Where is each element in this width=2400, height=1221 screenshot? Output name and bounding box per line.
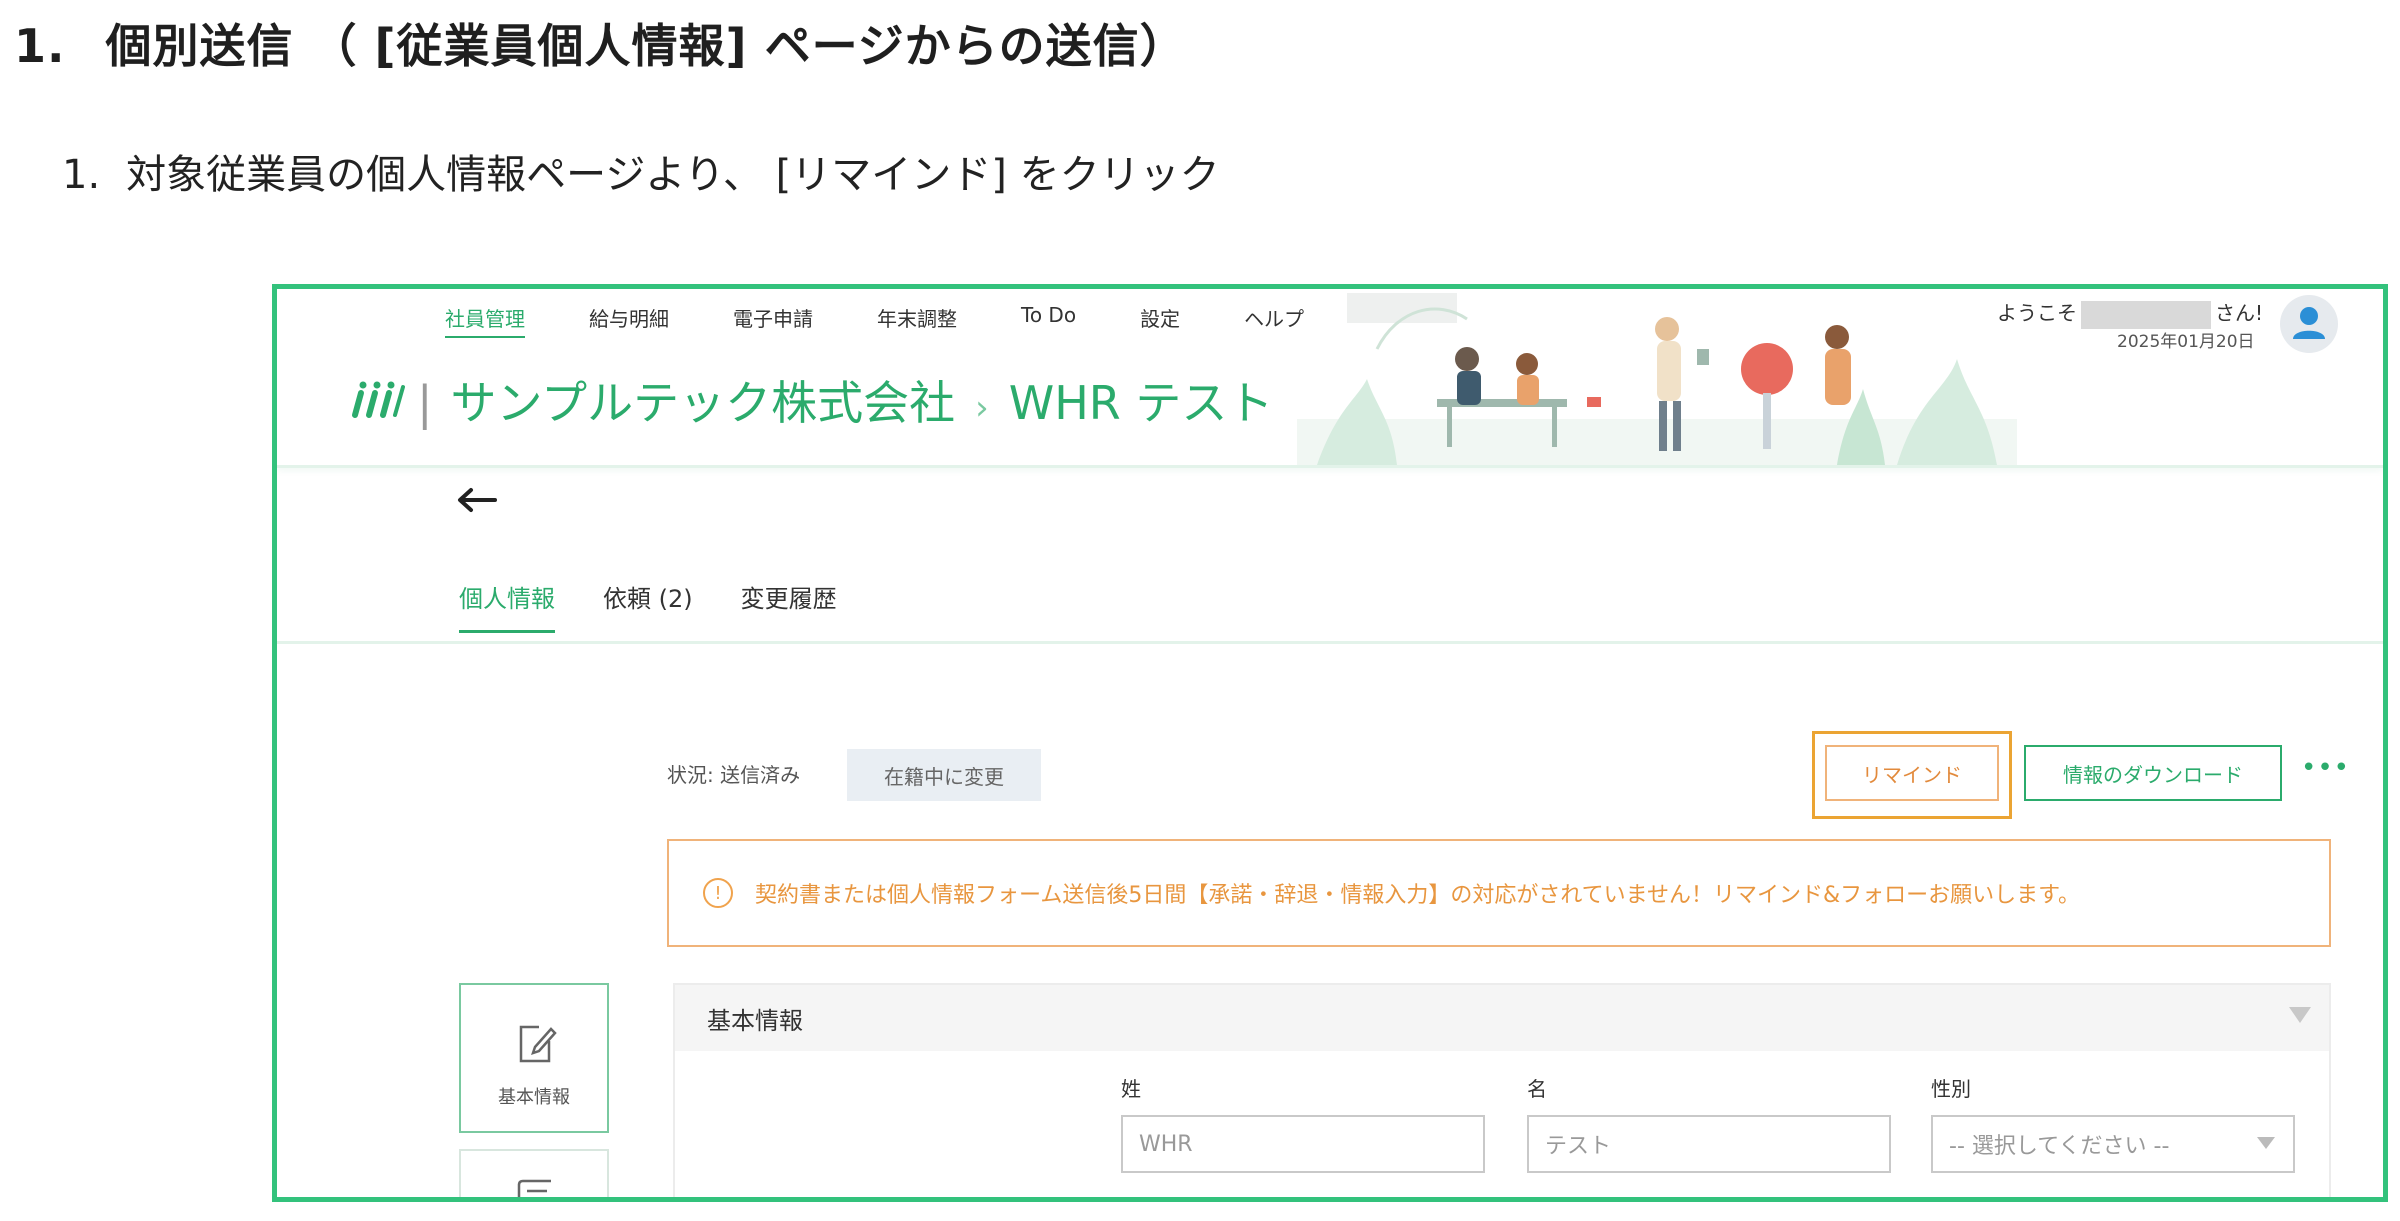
breadcrumb-separator: | — [417, 376, 433, 430]
tab-personal-info[interactable]: 個人情報 — [459, 579, 555, 633]
tab-change-history[interactable]: 変更履歴 — [741, 579, 837, 633]
status-text: 状況: 送信済み — [667, 763, 801, 787]
nav-item-e-application[interactable]: 電子申請 — [733, 303, 813, 338]
side-nav-next[interactable] — [459, 1149, 609, 1197]
nav-item-todo[interactable]: To Do — [1021, 303, 1076, 338]
heading-text: 個別送信 （ [従業員個人情報] ページからの送信） — [105, 19, 1187, 73]
alert-text: 契約書または個人情報フォーム送信後5日間【承諾・辞退・情報入力】の対応がされてい… — [755, 883, 2080, 908]
profile-tabs: 個人情報 依頼 (2) 変更履歴 — [459, 579, 885, 633]
back-arrow-icon[interactable] — [455, 485, 499, 515]
tab-requests[interactable]: 依頼 (2) — [603, 579, 693, 633]
avatar[interactable] — [2280, 295, 2338, 353]
chevron-right-icon: › — [975, 388, 989, 428]
last-name-label: 姓 — [1121, 1077, 1141, 1101]
top-nav: 社員管理 給与明細 電子申請 年末調整 To Do 設定 ヘルプ — [445, 303, 1368, 338]
nav-item-help[interactable]: ヘルプ — [1244, 303, 1304, 338]
gender-placeholder: -- 選択してください -- — [1949, 1134, 2170, 1159]
welcome-text: ようこそ さん! — [1997, 297, 2263, 329]
last-name-field[interactable]: WHR — [1121, 1115, 1485, 1173]
section-title: 基本情報 — [707, 1007, 803, 1035]
tabs-divider — [277, 641, 2383, 644]
nav-item-settings[interactable]: 設定 — [1140, 303, 1180, 338]
warning-icon: ! — [703, 878, 733, 908]
reminder-alert: ! 契約書または個人情報フォーム送信後5日間【承諾・辞退・情報入力】の対応がされ… — [667, 839, 2331, 947]
company-name[interactable]: サンプルテック株式会社 — [451, 376, 956, 430]
change-to-employed-button[interactable]: 在籍中に変更 — [847, 749, 1041, 801]
heading-number: 1. — [14, 19, 66, 73]
chevron-down-icon — [2257, 1137, 2275, 1149]
step-number: 1. — [62, 152, 101, 198]
step-text: 対象従業員の個人情報ページより、 [リマインド] をクリック — [126, 152, 1220, 198]
side-nav-basic-info[interactable]: 基本情報 — [459, 983, 609, 1133]
side-card-label: 基本情報 — [498, 1087, 570, 1108]
section-header[interactable]: 基本情報 — [675, 985, 2329, 1051]
document-list-icon — [517, 1179, 551, 1197]
welcome-prefix: ようこそ — [1997, 301, 2077, 325]
download-info-button[interactable]: 情報のダウンロード — [2024, 745, 2282, 801]
doc-step: 1. 対象従業員の個人情報ページより、 [リマインド] をクリック — [62, 142, 1220, 200]
more-options-icon[interactable]: ••• — [2301, 753, 2350, 783]
basic-info-section: 基本情報 姓 WHR 名 テスト 性別 -- 選択してください -- — [673, 983, 2331, 1197]
app-header: 社員管理 給与明細 電子申請 年末調整 To Do 設定 ヘルプ ようこそ さん… — [277, 289, 2383, 468]
gender-select[interactable]: -- 選択してください -- — [1931, 1115, 2295, 1173]
collapse-caret-icon[interactable] — [2289, 1007, 2311, 1023]
bbq-illustration — [1297, 307, 2017, 465]
employee-name: WHR テスト — [1008, 376, 1274, 430]
nav-item-year-end[interactable]: 年末調整 — [877, 303, 957, 338]
user-icon — [2293, 307, 2325, 339]
screenshot-frame: 社員管理 給与明細 電子申請 年末調整 To Do 設定 ヘルプ ようこそ さん… — [272, 284, 2388, 1202]
nav-item-payslip[interactable]: 給与明細 — [589, 303, 669, 338]
doc-heading: 1. 個別送信 （ [従業員個人情報] ページからの送信） — [14, 10, 1187, 76]
nav-item-employees[interactable]: 社員管理 — [445, 303, 525, 338]
first-name-label: 名 — [1527, 1077, 1547, 1101]
gender-label: 性別 — [1931, 1077, 1971, 1101]
edit-document-icon — [519, 1025, 557, 1063]
first-name-field[interactable]: テスト — [1527, 1115, 1891, 1173]
breadcrumb: | サンプルテック株式会社 › WHR テスト — [417, 367, 1273, 433]
redacted-username — [2081, 300, 2211, 329]
remind-button[interactable]: リマインド — [1825, 745, 1999, 801]
welcome-suffix: さん! — [2215, 301, 2264, 325]
date-label: 2025年01月20日 — [2117, 332, 2255, 352]
company-logo-icon — [352, 381, 405, 418]
